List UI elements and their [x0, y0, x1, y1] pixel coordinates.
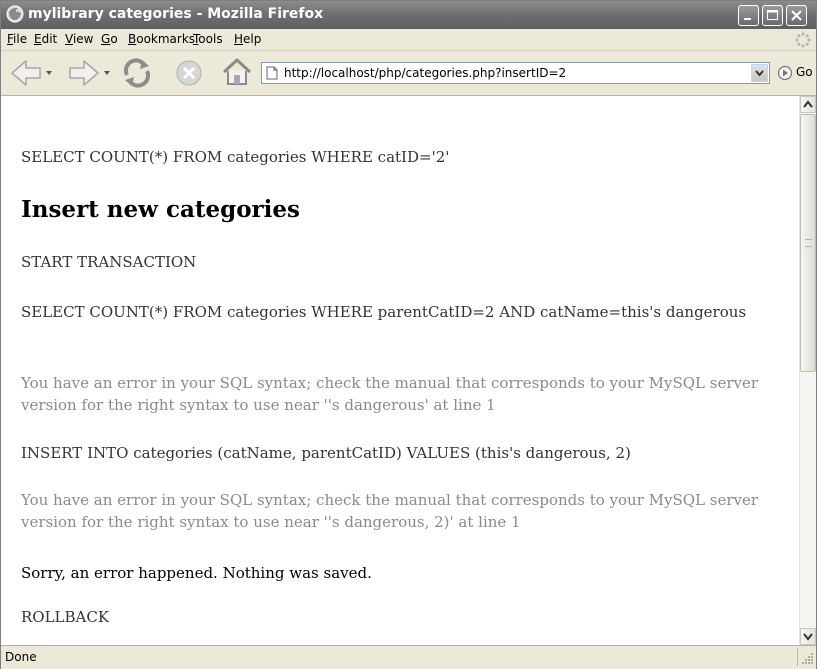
- back-dropdown-icon[interactable]: [45, 69, 53, 77]
- url-dropdown-button[interactable]: [751, 64, 768, 82]
- window-title: mylibrary categories - Mozilla Firefox: [28, 6, 324, 22]
- maximize-button[interactable]: [762, 5, 783, 26]
- query-count-catid: SELECT COUNT(*) FROM categories WHERE ca…: [21, 148, 450, 166]
- maximize-icon: [767, 10, 778, 20]
- status-bar: Done: [1, 645, 816, 669]
- throbber-icon: [795, 32, 811, 48]
- home-icon[interactable]: [221, 56, 253, 88]
- address-bar[interactable]: http://localhost/php/categories.php?inse…: [261, 62, 770, 84]
- chevron-down-icon: [803, 633, 813, 641]
- menu-go[interactable]: Go: [101, 32, 118, 46]
- menu-bar: File Edit View Go Bookmarks Tools Help: [1, 29, 816, 51]
- navigation-toolbar: http://localhost/php/categories.php?inse…: [1, 51, 816, 96]
- browser-window: mylibrary categories - Mozilla Firefox F…: [0, 0, 817, 669]
- sql-error-2: You have an error in your SQL syntax; ch…: [21, 491, 759, 531]
- menu-help[interactable]: Help: [234, 32, 261, 46]
- forward-arrow-icon[interactable]: [68, 58, 100, 88]
- close-button[interactable]: [786, 5, 807, 26]
- scroll-up-button[interactable]: [800, 96, 816, 113]
- rollback: ROLLBACK: [21, 608, 110, 626]
- url-text: http://localhost/php/categories.php?inse…: [284, 66, 567, 80]
- firefox-logo-icon: [6, 5, 24, 23]
- chevron-up-icon: [803, 100, 813, 108]
- menu-tools[interactable]: Tools: [193, 32, 223, 46]
- chevron-down-icon: [755, 70, 764, 77]
- status-text: Done: [5, 650, 37, 664]
- reload-icon[interactable]: [121, 57, 153, 89]
- start-transaction: START TRANSACTION: [21, 253, 197, 271]
- resize-grip-icon[interactable]: [801, 651, 814, 665]
- forward-dropdown-icon[interactable]: [103, 69, 111, 77]
- insert-query: INSERT INTO categories (catName, parentC…: [21, 444, 631, 462]
- page-icon: [266, 66, 278, 80]
- status-separator: [797, 648, 798, 666]
- error-message: Sorry, an error happened. Nothing was sa…: [21, 564, 372, 582]
- menu-bookmarks[interactable]: Bookmarks: [128, 32, 195, 46]
- title-bar: mylibrary categories - Mozilla Firefox: [1, 1, 816, 29]
- vertical-scrollbar[interactable]: [799, 96, 816, 645]
- minimize-button[interactable]: [738, 5, 759, 26]
- close-icon: [791, 10, 802, 21]
- menu-edit[interactable]: Edit: [34, 32, 57, 46]
- menu-file[interactable]: File: [7, 32, 27, 46]
- page-content: SELECT COUNT(*) FROM categories WHERE ca…: [1, 96, 799, 645]
- menu-view[interactable]: View: [65, 32, 93, 46]
- go-arrow-icon[interactable]: [777, 65, 793, 81]
- sql-error-1: You have an error in your SQL syntax; ch…: [21, 374, 759, 414]
- scroll-down-button[interactable]: [800, 628, 816, 645]
- go-button-label[interactable]: Go: [796, 65, 813, 79]
- query-count-parent: SELECT COUNT(*) FROM categories WHERE pa…: [21, 303, 747, 321]
- scroll-thumb[interactable]: [800, 114, 816, 372]
- back-arrow-icon[interactable]: [10, 58, 42, 88]
- page-heading: Insert new categories: [21, 196, 300, 223]
- stop-icon[interactable]: [175, 59, 203, 87]
- minimize-icon: [744, 18, 751, 20]
- scroll-grip: [805, 239, 812, 247]
